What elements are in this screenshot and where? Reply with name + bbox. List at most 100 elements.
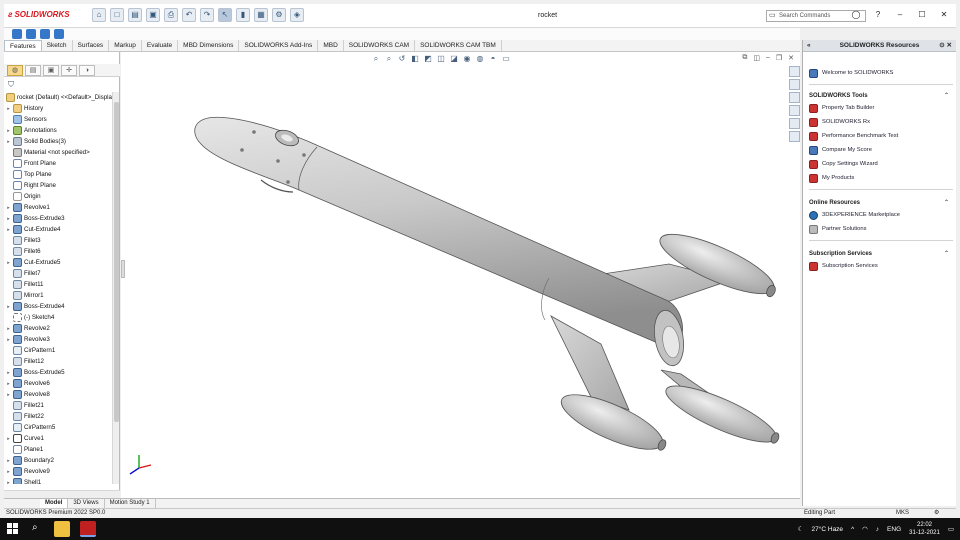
3dexperience-icon[interactable]: ◈	[290, 8, 304, 22]
tools-title[interactable]: SOLIDWORKS Tools ⌃	[809, 92, 953, 101]
tree-scrollbar[interactable]	[112, 92, 119, 484]
tree-item[interactable]: ▸ Boundary2	[4, 455, 112, 466]
language-indicator[interactable]: ENG	[887, 526, 901, 533]
tab-model[interactable]: Model	[40, 499, 69, 508]
weather-text[interactable]: 27°C Haze	[812, 526, 844, 533]
collapse-icon[interactable]: ⌃	[944, 199, 949, 208]
options-icon[interactable]: ⚙	[272, 8, 286, 22]
expand-icon[interactable]: ▸	[4, 458, 13, 464]
lower-right-pod[interactable]	[660, 376, 782, 452]
tree-item[interactable]: ▸ Boss-Extrude3	[4, 213, 112, 224]
tree-item[interactable]: Fillet6	[4, 246, 112, 257]
expand-icon[interactable]: ▸	[4, 227, 13, 233]
select-icon[interactable]: ↖	[218, 8, 232, 22]
redo-icon[interactable]: ↷	[200, 8, 214, 22]
customize-icon[interactable]: ⚙	[934, 509, 939, 518]
custom-properties-tab-icon[interactable]	[789, 131, 800, 142]
tree-item[interactable]: ▸ Cut-Extrude5	[4, 257, 112, 268]
link-3dexperience-marketplace[interactable]: 3DEXPERIENCE Marketplace	[809, 208, 953, 222]
display-manager-tab-icon[interactable]: ◑	[79, 65, 95, 76]
rocket-model[interactable]	[121, 52, 800, 498]
tree-item[interactable]: Fillet7	[4, 268, 112, 279]
tree-item[interactable]: Mirror1	[4, 290, 112, 301]
graphics-area[interactable]: ⌕ ⌕ ↺ ◧ ◩ ◫ ◪ ◉ ◍ ◓ ▭ ⧉ ◫ – ❐ ✕	[121, 52, 800, 498]
subscription-title[interactable]: Subscription Services ⌃	[809, 250, 953, 259]
configuration-manager-tab-icon[interactable]: ▣	[43, 65, 59, 76]
tree-item[interactable]: CirPattern1	[4, 345, 112, 356]
expand-icon[interactable]: ▸	[4, 106, 13, 112]
help-icon[interactable]: ?	[872, 10, 884, 19]
undo-icon[interactable]: ↶	[182, 8, 196, 22]
solidworks-taskbar-icon[interactable]	[80, 521, 96, 537]
collapse-icon[interactable]: ⌃	[944, 92, 949, 101]
lofted-boss-icon[interactable]	[54, 29, 64, 39]
tree-item[interactable]: ▸ Revolve2	[4, 323, 112, 334]
tree-item[interactable]: Fillet21	[4, 400, 112, 411]
tree-item[interactable]: ▸ Revolve9	[4, 466, 112, 477]
dimxpert-tab-icon[interactable]: ✛	[61, 65, 77, 76]
tab-mbd-dimensions[interactable]: MBD Dimensions	[178, 40, 240, 51]
tree-item[interactable]: Fillet3	[4, 235, 112, 246]
file-explorer-icon[interactable]	[54, 521, 70, 537]
expand-icon[interactable]: ▸	[4, 337, 13, 343]
tool-copy-settings[interactable]: Copy Settings Wizard	[809, 157, 953, 171]
clock[interactable]: 22:02 31-12-2021	[909, 521, 940, 537]
expand-icon[interactable]: ▸	[4, 128, 13, 134]
tab-sketch[interactable]: Sketch	[42, 40, 73, 51]
appearances-tab-icon[interactable]	[789, 118, 800, 129]
rocket-body[interactable]	[194, 116, 683, 351]
tree-item[interactable]: (-) Sketch4	[4, 312, 112, 323]
tree-item[interactable]: Sensors	[4, 114, 112, 125]
open-icon[interactable]: ▤	[128, 8, 142, 22]
expand-icon[interactable]: ▸	[4, 370, 13, 376]
expand-icon[interactable]: ▸	[4, 480, 13, 485]
tool-benchmark[interactable]: Performance Benchmark Test	[809, 129, 953, 143]
tab-features[interactable]: Features	[4, 40, 42, 51]
feature-manager-tab-icon[interactable]: ◍	[7, 65, 23, 76]
lower-fin[interactable]	[550, 315, 630, 411]
tree-item[interactable]: ▸ Cut-Extrude4	[4, 224, 112, 235]
maximize-button[interactable]: ☐	[916, 10, 928, 19]
save-icon[interactable]: ▣	[146, 8, 160, 22]
link-partner-solutions[interactable]: Partner Solutions	[809, 222, 953, 236]
expand-icon[interactable]: ▸	[4, 216, 13, 222]
expand-icon[interactable]: ▸	[4, 139, 13, 145]
tree-item[interactable]: ▸ Boss-Extrude5	[4, 367, 112, 378]
tab-cam[interactable]: SOLIDWORKS CAM	[344, 40, 416, 51]
tool-compare-score[interactable]: Compare My Score	[809, 143, 953, 157]
tree-item[interactable]: ▸ Revolve3	[4, 334, 112, 345]
search-icon[interactable]: ⌕	[32, 522, 38, 533]
expand-icon[interactable]: ▸	[4, 260, 13, 266]
scrollbar-thumb[interactable]	[114, 102, 119, 422]
filter-icon[interactable]: ⛉	[8, 80, 14, 90]
pin-icon[interactable]: ⊙ ✕	[939, 40, 952, 52]
tree-item[interactable]: Fillet11	[4, 279, 112, 290]
expand-icon[interactable]: ▸	[4, 392, 13, 398]
expand-icon[interactable]: ▸	[4, 381, 13, 387]
tree-item[interactable]: ▸ Annotations	[4, 125, 112, 136]
property-manager-tab-icon[interactable]: ▤	[25, 65, 41, 76]
tree-item[interactable]: ▸ Revolve6	[4, 378, 112, 389]
tool-my-products[interactable]: My Products	[809, 171, 953, 185]
tree-item[interactable]: ▸ Revolve8	[4, 389, 112, 400]
tree-item[interactable]: CirPattern5	[4, 422, 112, 433]
tree-item[interactable]: Plane1	[4, 444, 112, 455]
tab-3d-views[interactable]: 3D Views	[68, 499, 105, 508]
tree-item[interactable]: ▸ Boss-Extrude4	[4, 301, 112, 312]
tree-item[interactable]: ▸ Revolve1	[4, 202, 112, 213]
tree-item[interactable]: Front Plane	[4, 158, 112, 169]
tree-item[interactable]: Fillet12	[4, 356, 112, 367]
link-subscription-services[interactable]: Subscription Services	[809, 259, 953, 273]
rebuild-icon[interactable]: ▮	[236, 8, 250, 22]
file-explorer-tab-icon[interactable]	[789, 92, 800, 103]
tree-item[interactable]: ▸ History	[4, 103, 112, 114]
unit-system[interactable]: MKS	[896, 509, 909, 518]
print-icon[interactable]: ⎙	[164, 8, 178, 22]
tree-root[interactable]: rocket (Default) <<Default>_Displa	[4, 92, 112, 103]
file-properties-icon[interactable]: ▦	[254, 8, 268, 22]
tree-item[interactable]: Right Plane	[4, 180, 112, 191]
tree-item[interactable]: Origin	[4, 191, 112, 202]
tray-expand-icon[interactable]: ^	[851, 526, 854, 533]
design-library-tab-icon[interactable]	[789, 79, 800, 90]
home-icon[interactable]: ⌂	[92, 8, 106, 22]
